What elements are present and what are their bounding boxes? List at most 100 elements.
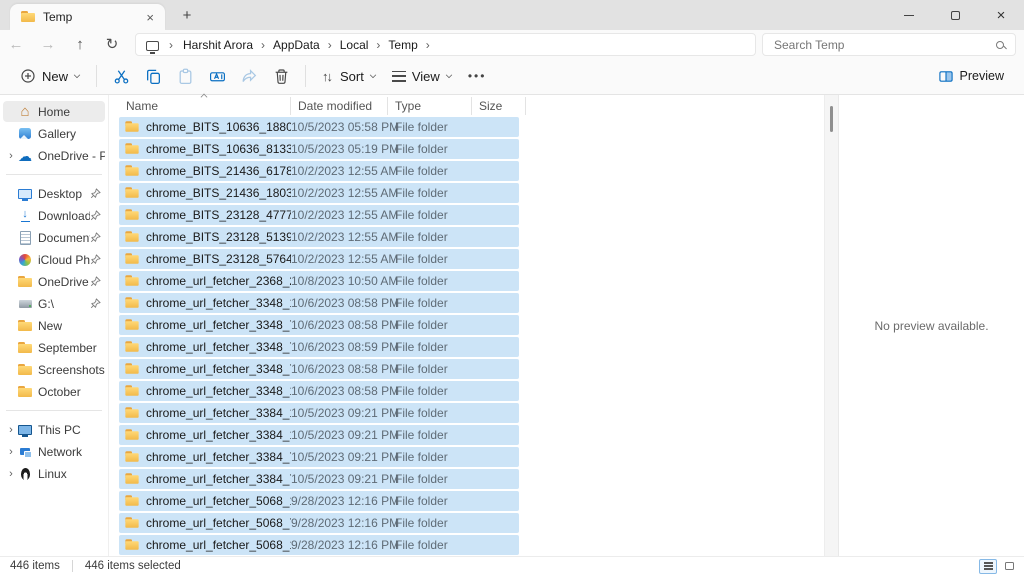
file-rows: chrome_BITS_10636_18807236510/5/2023 05:… [119,117,519,557]
file-name-cell: chrome_url_fetcher_3348_762603971 [119,340,291,354]
downloads-icon [17,209,33,223]
file-row-chrome-bits-23128-477703953[interactable]: chrome_BITS_23128_47770395310/2/2023 12:… [119,205,519,225]
search-box[interactable] [762,33,1016,56]
icloud-icon [17,253,33,267]
sidebar-group-folders: NewSeptemberScreenshotsOctober [0,315,108,402]
search-input[interactable] [772,37,996,53]
paste-button[interactable] [169,62,201,90]
sidebar-item-label: Desktop [38,187,90,201]
more-options-button[interactable]: ••• [460,64,495,88]
date-modified-cell: 10/2/2023 12:55 AM [291,230,388,244]
column-header-type[interactable]: Type [388,97,472,115]
new-tab-button[interactable]: + [175,3,199,27]
close-button[interactable]: × [978,0,1024,30]
sort-button[interactable]: ↑↓ Sort [314,64,384,89]
column-header-name[interactable]: Name [119,97,291,115]
file-row-chrome-bits-23128-513908135[interactable]: chrome_BITS_23128_51390813510/2/2023 12:… [119,227,519,247]
rename-button[interactable] [201,62,233,90]
folder-icon [17,319,33,333]
sidebar-item-onedrive-persona[interactable]: ›OneDrive - Persona [3,145,105,166]
view-button[interactable]: View [384,64,460,89]
sidebar-item-september[interactable]: September [3,337,105,358]
file-row-chrome-url-fetcher-3348-1390261003[interactable]: chrome_url_fetcher_3348_139026100310/6/2… [119,381,519,401]
minimize-button[interactable] [886,0,932,30]
file-name-cell: chrome_url_fetcher_5068_764171856 [119,516,291,530]
sidebar-item-documents[interactable]: Documents [3,227,105,248]
sidebar-item-linux[interactable]: ›Linux [3,463,105,484]
preview-toggle-button[interactable]: Preview [930,64,1012,89]
maximize-button[interactable] [932,0,978,30]
sidebar-item-network[interactable]: ›Network [3,441,105,462]
large-icons-view-toggle[interactable] [1000,559,1018,574]
file-row-chrome-url-fetcher-5068-764171856[interactable]: chrome_url_fetcher_5068_7641718569/28/20… [119,513,519,533]
column-header-date-modified[interactable]: Date modified [291,97,388,115]
folder-icon [124,230,139,243]
file-name-cell: chrome_url_fetcher_3384_799376111 [119,472,291,486]
file-row-chrome-url-fetcher-3384-754151892[interactable]: chrome_url_fetcher_3384_75415189210/5/20… [119,447,519,467]
type-cell: File folder [388,164,472,178]
type-cell: File folder [388,384,472,398]
tab-temp[interactable]: Temp × [10,4,165,30]
column-header-size[interactable]: Size [472,97,526,115]
sidebar-item-october[interactable]: October [3,381,105,402]
tab-close-icon[interactable]: × [143,10,157,25]
up-button[interactable]: ↑ [64,36,96,53]
sort-label: Sort [340,69,364,84]
drive-icon [17,297,33,311]
sidebar-item-home[interactable]: Home [3,101,105,122]
file-name-cell: chrome_url_fetcher_5068_1016669819 [119,538,291,552]
type-cell: File folder [388,538,472,552]
file-row-chrome-url-fetcher-3384-133701332[interactable]: chrome_url_fetcher_3384_13370133210/5/20… [119,403,519,423]
file-row-chrome-bits-10636-813368861[interactable]: chrome_BITS_10636_81336886110/5/2023 05:… [119,139,519,159]
file-row-chrome-url-fetcher-5068-1016669819[interactable]: chrome_url_fetcher_5068_10166698199/28/2… [119,535,519,555]
breadcrumb-segment-local[interactable]: Local [336,38,373,52]
refresh-button[interactable]: ↻ [96,35,128,53]
sidebar-item-screenshots[interactable]: Screenshots [3,359,105,380]
folder-icon [124,450,139,463]
breadcrumb-segment-temp[interactable]: Temp [384,38,421,52]
sidebar-item-downloads[interactable]: Downloads [3,205,105,226]
file-name-cell: chrome_BITS_23128_513908135 [119,230,291,244]
items-count: 446 items [10,560,60,572]
paste-icon [177,68,194,85]
sidebar-item-desktop[interactable]: Desktop [3,183,105,204]
file-row-chrome-bits-21436-1803008613[interactable]: chrome_BITS_21436_180300861310/2/2023 12… [119,183,519,203]
forward-button[interactable]: → [32,36,64,53]
file-row-chrome-url-fetcher-2368-2079736239[interactable]: chrome_url_fetcher_2368_207973623910/8/2… [119,271,519,291]
back-button[interactable]: ← [0,36,32,53]
breadcrumb-segment-appdata[interactable]: AppData [269,38,324,52]
date-modified-cell: 10/6/2023 08:58 PM [291,384,388,398]
sidebar-item-this-pc[interactable]: ›This PC [3,419,105,440]
file-row-chrome-url-fetcher-5068-12030369[interactable]: chrome_url_fetcher_5068_120303699/28/202… [119,491,519,511]
delete-button[interactable] [265,62,297,90]
details-view-toggle[interactable] [979,559,997,574]
status-bar: 446 items 446 items selected [0,556,1024,575]
sidebar-divider [6,174,102,175]
file-row-chrome-url-fetcher-3384-799376111[interactable]: chrome_url_fetcher_3384_79937611110/5/20… [119,469,519,489]
this-pc-icon [146,41,159,51]
sidebar-item-new[interactable]: New [3,315,105,336]
sidebar-item-icloud-photos[interactable]: iCloud Photos [3,249,105,270]
vertical-scrollbar[interactable] [824,95,838,556]
file-row-chrome-url-fetcher-3348-762165606[interactable]: chrome_url_fetcher_3348_76216560610/6/20… [119,315,519,335]
file-row-chrome-bits-21436-617824255[interactable]: chrome_BITS_21436_61782425510/2/2023 12:… [119,161,519,181]
sidebar-item-gallery[interactable]: Gallery [3,123,105,144]
share-button[interactable] [233,62,265,90]
breadcrumb[interactable]: › Harshit Arora›AppData›Local›Temp› [135,33,756,56]
sidebar-item-onedrive[interactable]: OneDrive [3,271,105,292]
sidebar-item-g[interactable]: G:\ [3,293,105,314]
file-row-chrome-url-fetcher-3384-172591398[interactable]: chrome_url_fetcher_3384_17259139810/5/20… [119,425,519,445]
status-divider [72,560,73,572]
file-row-chrome-bits-23128-576480583[interactable]: chrome_BITS_23128_57648058310/2/2023 12:… [119,249,519,269]
scrollbar-thumb[interactable] [830,106,833,132]
type-cell: File folder [388,428,472,442]
file-row-chrome-url-fetcher-3348-762603971[interactable]: chrome_url_fetcher_3348_76260397110/6/20… [119,337,519,357]
breadcrumb-segment-harshit-arora[interactable]: Harshit Arora [179,38,257,52]
file-row-chrome-bits-10636-188072365[interactable]: chrome_BITS_10636_18807236510/5/2023 05:… [119,117,519,137]
file-row-chrome-url-fetcher-3348-184030118[interactable]: chrome_url_fetcher_3348_18403011810/6/20… [119,293,519,313]
new-button[interactable]: New [12,63,88,89]
cut-button[interactable] [105,62,137,90]
file-row-chrome-url-fetcher-3348-791636275[interactable]: chrome_url_fetcher_3348_79163627510/6/20… [119,359,519,379]
sidebar: HomeGallery›OneDrive - Persona Desktop Dow… [0,95,108,556]
copy-button[interactable] [137,62,169,90]
